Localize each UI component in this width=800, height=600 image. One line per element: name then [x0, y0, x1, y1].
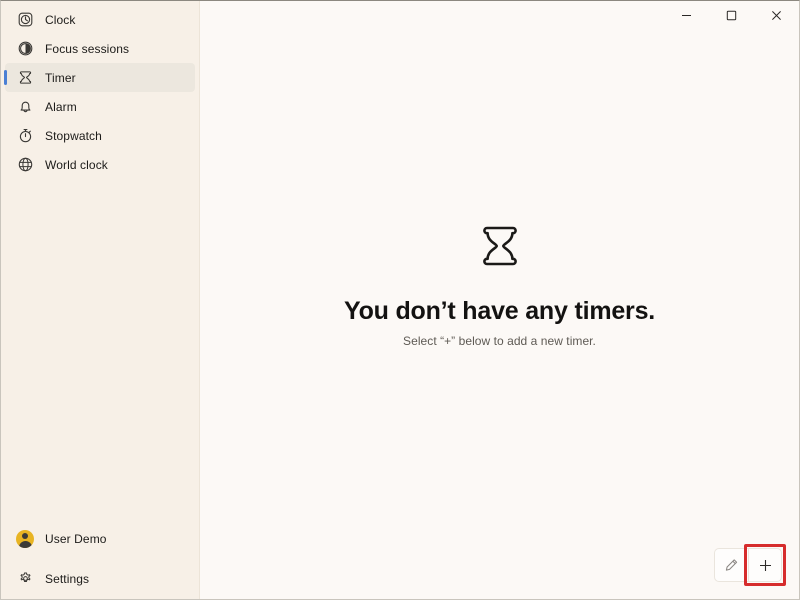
- sidebar-nav-list: Clock Focus sessions Timer Alarm Stopwat…: [1, 1, 199, 179]
- sidebar-item-focus-sessions[interactable]: Focus sessions: [5, 34, 195, 63]
- maximize-icon: [726, 10, 737, 21]
- sidebar-item-clock[interactable]: Clock: [5, 5, 195, 34]
- clock-app-window: Clock Focus sessions Timer Alarm Stopwat…: [0, 0, 800, 600]
- sidebar-item-alarm[interactable]: Alarm: [5, 92, 195, 121]
- add-timer-button[interactable]: [748, 548, 782, 582]
- add-timer-wrapper: [744, 544, 786, 586]
- window-titlebar: [200, 1, 799, 31]
- sidebar-item-stopwatch[interactable]: Stopwatch: [5, 121, 195, 150]
- sidebar-item-account[interactable]: User Demo: [5, 524, 195, 553]
- avatar-icon: [14, 528, 36, 550]
- pencil-icon: [725, 558, 738, 571]
- focus-sessions-icon: [14, 38, 36, 60]
- close-button[interactable]: [754, 1, 799, 30]
- stopwatch-icon: [14, 125, 36, 147]
- maximize-button[interactable]: [709, 1, 754, 30]
- plus-icon: [759, 559, 771, 571]
- selection-indicator: [4, 70, 7, 85]
- sidebar-item-label: Alarm: [45, 99, 77, 114]
- timer-action-bar: [714, 544, 786, 586]
- avatar: [16, 529, 34, 548]
- hourglass-icon: [14, 67, 36, 89]
- sidebar-item-label: Stopwatch: [45, 128, 102, 143]
- clock-icon: [14, 9, 36, 31]
- bell-icon: [14, 96, 36, 118]
- edit-timers-button[interactable]: [714, 548, 748, 582]
- sidebar-item-label: Timer: [45, 70, 76, 85]
- hourglass-icon: [477, 224, 523, 281]
- settings-label: Settings: [45, 571, 90, 586]
- close-icon: [772, 11, 781, 20]
- gear-icon: [14, 568, 36, 590]
- empty-state-subtitle: Select “+” below to add a new timer.: [403, 334, 596, 349]
- empty-state: You don’t have any timers. Select “+” be…: [200, 31, 799, 599]
- sidebar-item-settings[interactable]: Settings: [5, 564, 195, 593]
- page-title: You don’t have any timers.: [343, 296, 656, 325]
- minimize-button[interactable]: [664, 1, 709, 30]
- globe-icon: [14, 154, 36, 176]
- sidebar-item-label: World clock: [45, 157, 108, 172]
- account-label: User Demo: [45, 531, 107, 546]
- sidebar-item-label: Clock: [45, 12, 76, 27]
- sidebar-item-world-clock[interactable]: World clock: [5, 150, 195, 179]
- main-content-area: You don’t have any timers. Select “+” be…: [200, 1, 799, 599]
- sidebar-item-timer[interactable]: Timer: [4, 63, 195, 92]
- minimize-icon: [682, 15, 691, 16]
- navigation-sidebar: Clock Focus sessions Timer Alarm Stopwat…: [1, 1, 200, 599]
- sidebar-footer: User Demo Settings: [1, 524, 199, 599]
- sidebar-item-label: Focus sessions: [45, 41, 130, 56]
